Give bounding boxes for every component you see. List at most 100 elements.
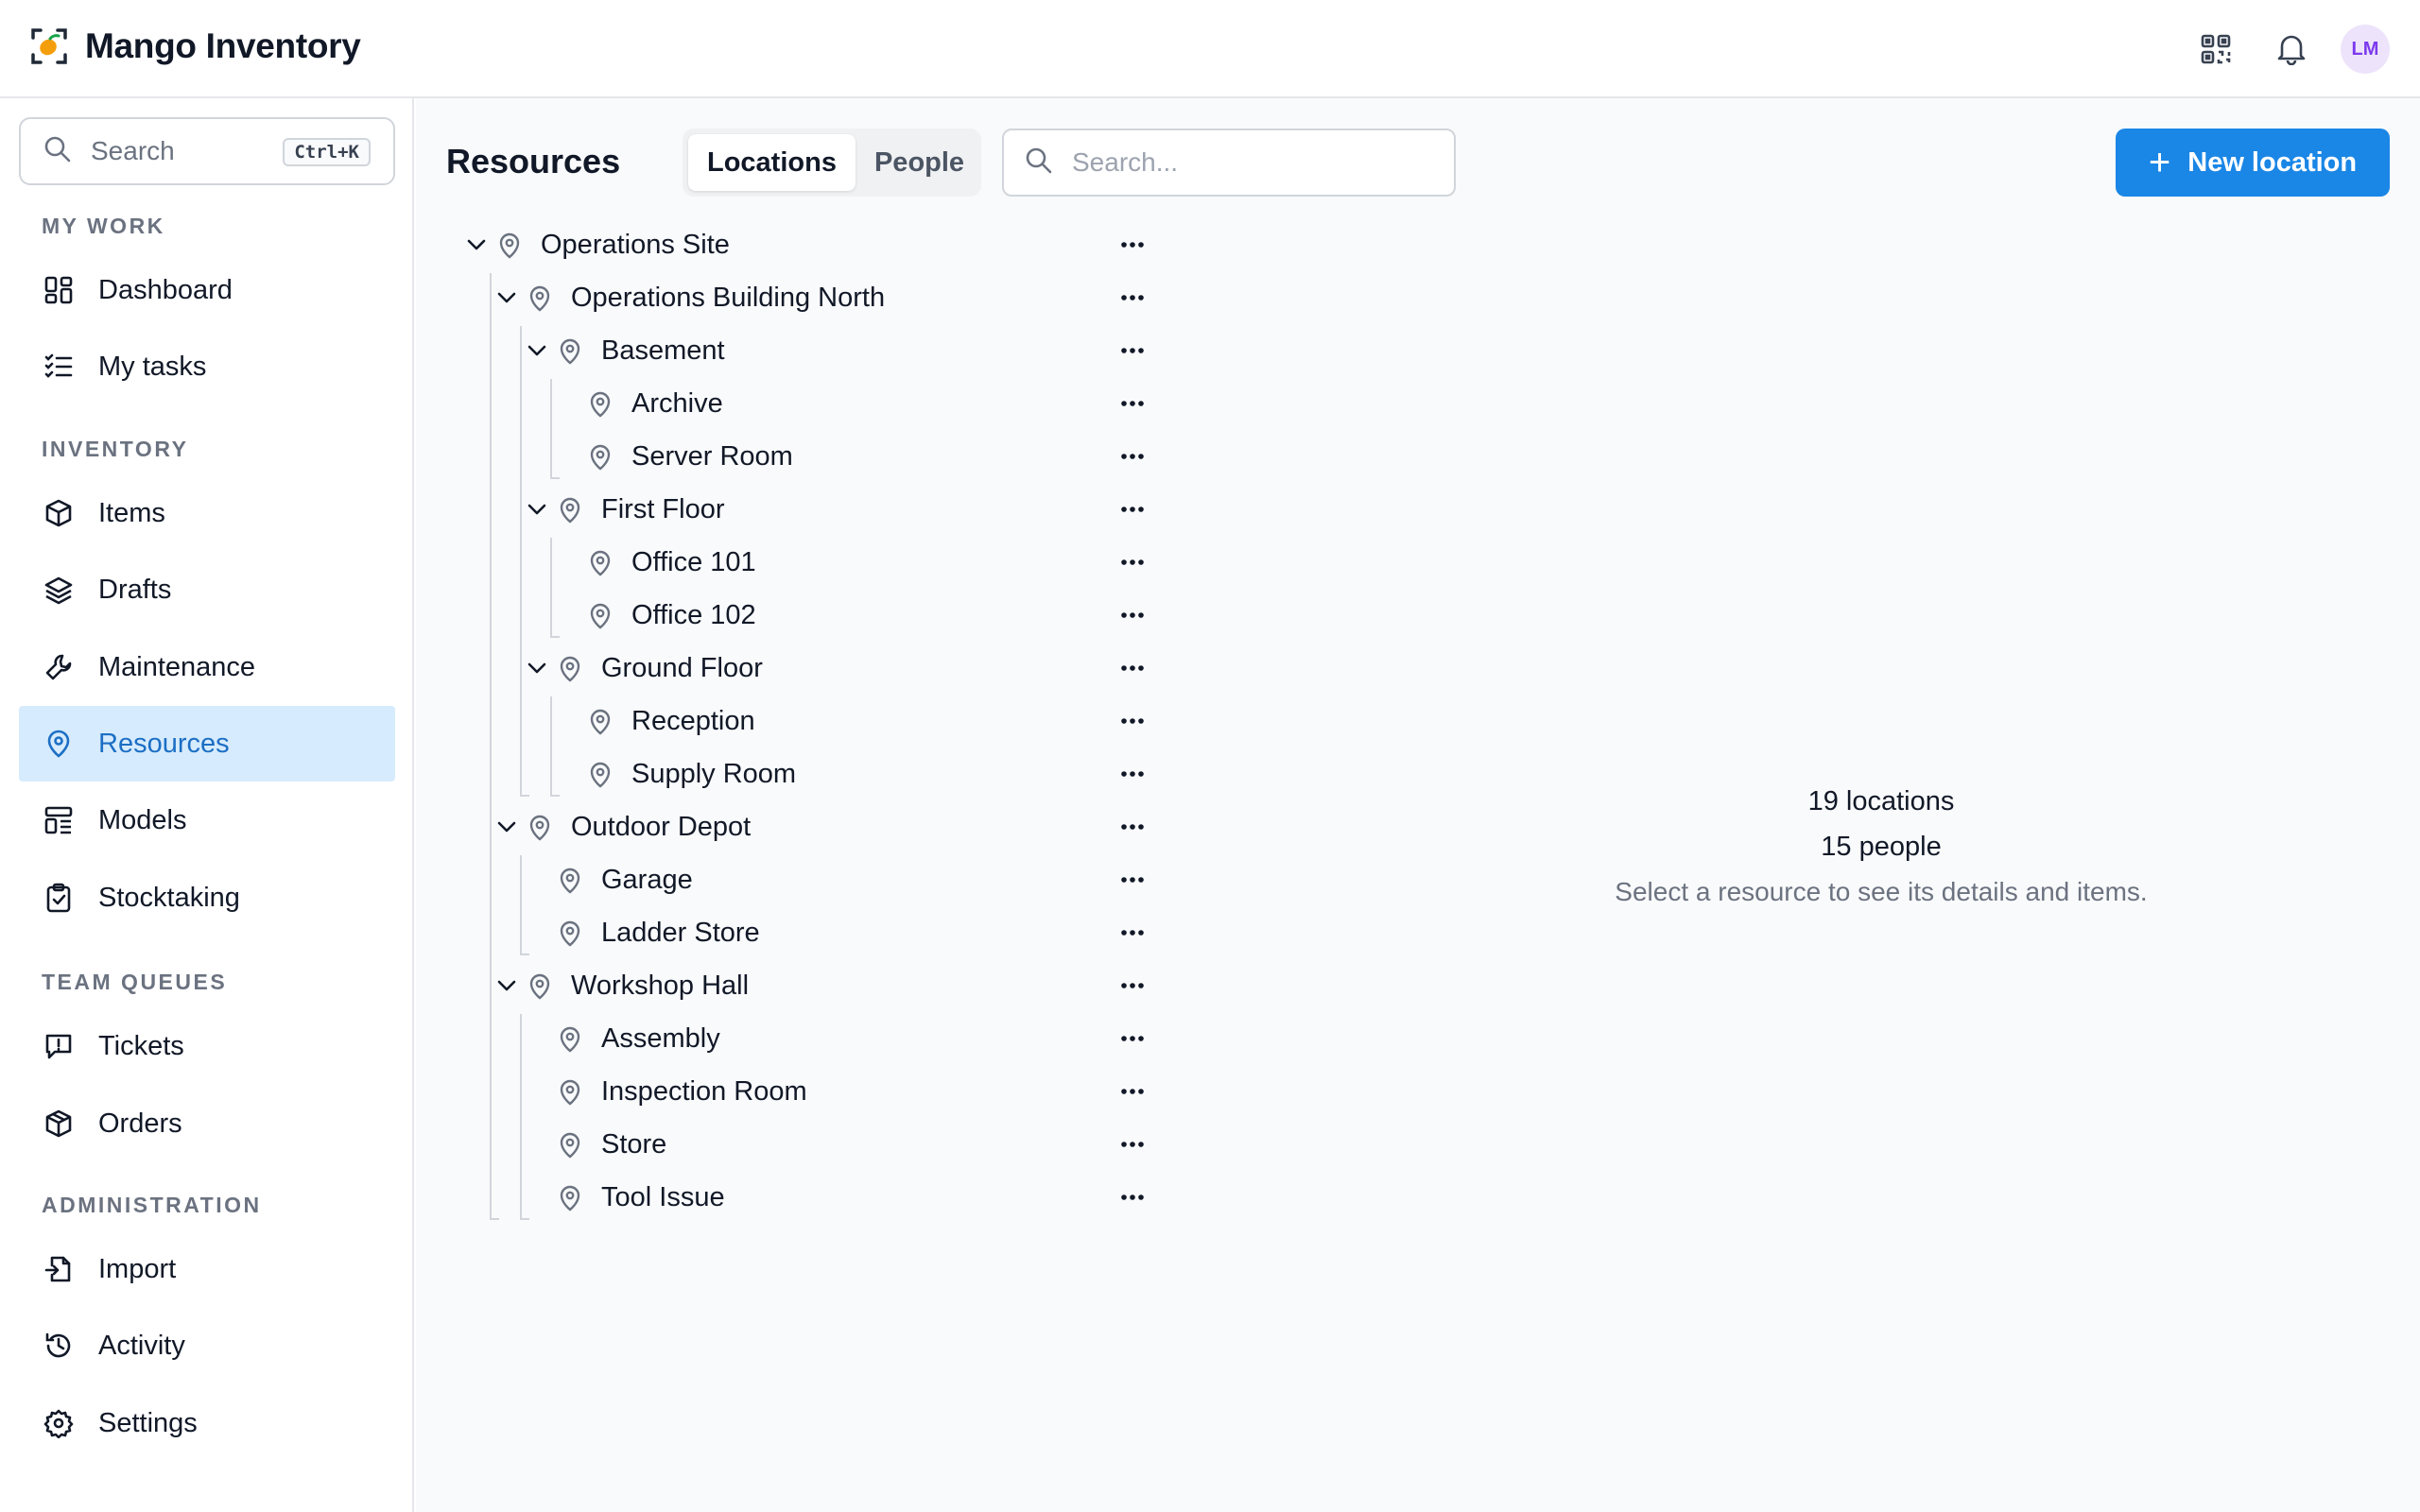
more-options-icon[interactable] [1114, 601, 1151, 629]
location-pin-icon [556, 919, 584, 947]
chevron-down-icon[interactable] [493, 284, 520, 311]
more-options-icon[interactable] [1114, 760, 1151, 788]
tree-row[interactable]: Ladder Store [416, 906, 1172, 959]
chevron-down-icon[interactable] [493, 814, 520, 840]
sidebar-item-models[interactable]: Models [19, 782, 395, 858]
more-options-icon[interactable] [1114, 1077, 1151, 1106]
location-pin-icon [556, 1183, 584, 1211]
tree-row[interactable]: Store [416, 1118, 1172, 1171]
tree-row[interactable]: Supply Room [416, 747, 1172, 800]
more-options-icon[interactable] [1114, 231, 1151, 259]
tree-row[interactable]: Assembly [416, 1012, 1172, 1065]
tree-row[interactable]: Inspection Room [416, 1065, 1172, 1118]
tree-row[interactable]: Office 101 [416, 536, 1172, 589]
sidebar-item-resources[interactable]: Resources [19, 706, 395, 782]
brand[interactable]: Mango Inventory [30, 26, 361, 66]
sidebar-item-label: Stocktaking [98, 882, 240, 913]
tree-row-label: Operations Site [541, 230, 730, 260]
tree-row[interactable]: Operations Building North [416, 271, 1172, 324]
sidebar-item-orders[interactable]: Orders [19, 1086, 395, 1161]
tree-row[interactable]: Ground Floor [416, 642, 1172, 695]
tree-row-label: Store [601, 1129, 667, 1160]
search-input[interactable] [1072, 147, 1431, 178]
sidebar-item-activity[interactable]: Activity [19, 1308, 395, 1383]
chevron-down-icon[interactable] [463, 232, 490, 258]
tree-row-label: Workshop Hall [571, 971, 750, 1001]
sidebar-item-settings[interactable]: Settings [19, 1385, 395, 1461]
locations-count: 19 locations [1807, 786, 1955, 816]
chevron-down-icon[interactable] [493, 972, 520, 999]
more-options-icon[interactable] [1114, 1130, 1151, 1159]
tree-guide-line [520, 326, 522, 795]
clipboard-check-icon [42, 881, 76, 915]
tree-row[interactable]: Tool Issue [416, 1171, 1172, 1224]
sidebar-item-my-tasks[interactable]: My tasks [19, 329, 395, 404]
tree-guide-line [490, 1218, 499, 1220]
chevron-down-icon[interactable] [524, 337, 550, 364]
new-location-button[interactable]: + New location [2116, 129, 2390, 197]
location-pin-icon [42, 727, 76, 761]
tree-guide-line [520, 795, 529, 797]
tree-guide-line [550, 636, 560, 638]
more-options-icon[interactable] [1114, 336, 1151, 365]
tab-locations[interactable]: Locations [688, 134, 856, 191]
tree-row[interactable]: Workshop Hall [416, 959, 1172, 1012]
tree-row-label: Inspection Room [601, 1076, 807, 1107]
sidebar-item-label: Drafts [98, 574, 172, 605]
tree-row-label: First Floor [601, 494, 725, 524]
more-options-icon[interactable] [1114, 548, 1151, 576]
tree-row[interactable]: Office 102 [416, 589, 1172, 642]
tree-guide-line [550, 538, 552, 636]
location-pin-icon [556, 495, 584, 524]
more-options-icon[interactable] [1114, 813, 1151, 841]
tree-row[interactable]: Server Room [416, 430, 1172, 483]
tree-row-label: Garage [601, 865, 693, 895]
more-options-icon[interactable] [1114, 495, 1151, 524]
tab-people[interactable]: People [856, 134, 983, 191]
sidebar-item-maintenance[interactable]: Maintenance [19, 629, 395, 705]
more-options-icon[interactable] [1114, 1024, 1151, 1053]
more-options-icon[interactable] [1114, 919, 1151, 947]
more-options-icon[interactable] [1114, 971, 1151, 1000]
file-import-icon [42, 1252, 76, 1286]
sidebar-search[interactable]: Search Ctrl+K [19, 117, 395, 185]
sidebar-item-tickets[interactable]: Tickets [19, 1008, 395, 1084]
qr-code-icon[interactable] [2189, 23, 2242, 76]
sidebar-item-label: Resources [98, 728, 230, 759]
resource-search[interactable] [1002, 129, 1456, 197]
more-options-icon[interactable] [1114, 866, 1151, 894]
history-icon [42, 1329, 76, 1363]
tree-row[interactable]: Garage [416, 853, 1172, 906]
location-pin-icon [556, 1077, 584, 1106]
more-options-icon[interactable] [1114, 389, 1151, 418]
tree-row[interactable]: Reception [416, 695, 1172, 747]
tree-row[interactable]: Archive [416, 377, 1172, 430]
shortcut-badge: Ctrl+K [283, 138, 371, 166]
tree-guide-line [520, 954, 529, 955]
sidebar-item-import[interactable]: Import [19, 1231, 395, 1307]
chevron-down-icon[interactable] [524, 655, 550, 681]
chevron-down-icon[interactable] [524, 496, 550, 523]
tree-row[interactable]: Operations Site [416, 218, 1172, 271]
more-options-icon[interactable] [1114, 284, 1151, 312]
more-options-icon[interactable] [1114, 707, 1151, 735]
tree-row[interactable]: Basement [416, 324, 1172, 377]
sidebar-item-dashboard[interactable]: Dashboard [19, 252, 395, 328]
tree-row-label: Ground Floor [601, 653, 763, 683]
sidebar-item-drafts[interactable]: Drafts [19, 552, 395, 627]
search-icon [1025, 146, 1053, 180]
empty-state-hint: Select a resource to see its details and… [1615, 877, 2148, 906]
more-options-icon[interactable] [1114, 1183, 1151, 1211]
tree-row[interactable]: Outdoor Depot [416, 800, 1172, 853]
more-options-icon[interactable] [1114, 442, 1151, 471]
bell-icon[interactable] [2265, 23, 2318, 76]
sidebar-item-items[interactable]: Items [19, 475, 395, 551]
more-options-icon[interactable] [1114, 654, 1151, 682]
sidebar-item-stocktaking[interactable]: Stocktaking [19, 860, 395, 936]
section-inventory: INVENTORY [42, 437, 189, 461]
sidebar-item-label: Dashboard [98, 274, 233, 305]
ticket-alert-icon [42, 1029, 76, 1063]
user-avatar[interactable]: LM [2341, 25, 2390, 74]
tree-row-label: Archive [631, 388, 723, 419]
tree-row[interactable]: First Floor [416, 483, 1172, 536]
